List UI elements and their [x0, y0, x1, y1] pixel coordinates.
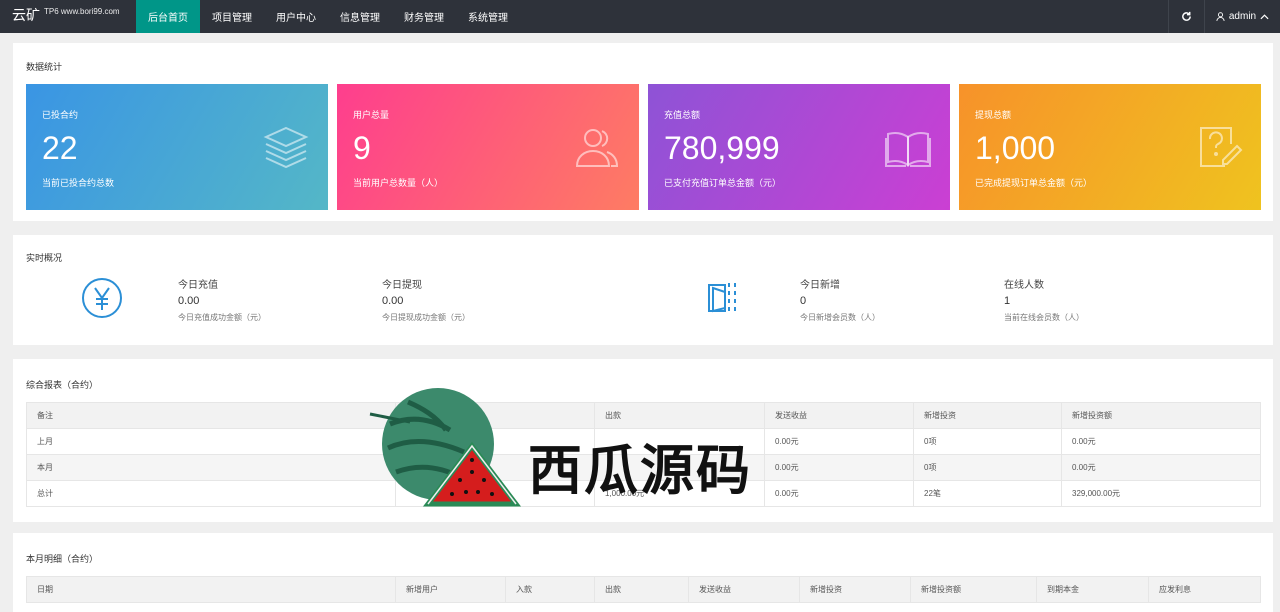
stat-label: 充值总额	[664, 110, 701, 120]
chevron-up-icon	[1260, 13, 1269, 19]
cell: 上月	[26, 428, 396, 455]
user-icon	[1216, 11, 1225, 21]
monthly-panel: 本月明细（合约） 日期 新增用户 入款 出款 发送收益 新增投资 新增投资额 到…	[13, 533, 1273, 612]
stat-value: 1,000	[975, 130, 1056, 166]
today-new-members: 今日新增 0 今日新增会员数（人）	[800, 276, 880, 323]
layers-icon	[263, 126, 309, 169]
col-header: 备注	[26, 402, 396, 429]
cell: 0.00元	[1061, 454, 1261, 481]
realtime-title: 实时概况	[26, 253, 63, 263]
col-header: 应发利息	[1148, 576, 1261, 603]
door-icon	[708, 283, 736, 313]
rt-value: 1	[1004, 295, 1011, 307]
site-url: TP6 www.bori99.com	[44, 7, 120, 16]
col-header: 新增用户	[395, 576, 506, 603]
stat-label: 用户总量	[353, 110, 390, 120]
stat-label: 提现总额	[975, 110, 1012, 120]
watermark-text: 西瓜源码	[528, 439, 752, 502]
book-icon	[885, 132, 931, 167]
username: admin	[1228, 11, 1257, 22]
question-edit-icon	[1200, 127, 1243, 167]
col-header: 新增投资	[913, 402, 1062, 429]
refresh-icon	[1182, 11, 1191, 21]
refresh-button[interactable]	[1168, 0, 1204, 33]
rt-label: 今日充值	[178, 280, 218, 291]
watermark: 西瓜源码	[368, 384, 768, 520]
rt-desc: 当前在线会员数（人）	[1004, 313, 1084, 322]
rt-value: 0.00	[382, 295, 404, 307]
realtime-panel: 实时概况 今日充值 0.00 今日充值成功金额（元） 今日提现 0.00 今日提…	[13, 235, 1273, 345]
col-header: 新增投资	[799, 576, 911, 603]
users-icon	[575, 129, 619, 167]
rt-label: 今日提现	[382, 280, 422, 291]
cell: 0项	[913, 454, 1062, 481]
col-header: 新增投资额	[1061, 402, 1261, 429]
top-bar: 云矿 TP6 www.bori99.com 后台首页 项目管理 用户中心 信息管…	[0, 0, 1280, 33]
stat-desc: 当前已投合约总数	[42, 178, 115, 188]
cell: 0.00元	[764, 428, 914, 455]
rt-desc: 今日提现成功金额（元）	[382, 313, 470, 322]
nav-info[interactable]: 信息管理	[328, 0, 392, 33]
logo[interactable]: 云矿 TP6 www.bori99.com	[0, 0, 136, 33]
stat-desc: 当前用户总数量（人）	[353, 178, 444, 188]
stat-card-withdraw[interactable]: 提现总额 1,000 已完成提现订单总金额（元）	[959, 84, 1261, 210]
rt-desc: 今日充值成功金额（元）	[178, 313, 266, 322]
yen-icon	[82, 278, 122, 318]
col-header: 入款	[505, 576, 595, 603]
cell: 22笔	[913, 480, 1062, 507]
rt-desc: 今日新增会员数（人）	[800, 313, 880, 322]
stat-label: 已投合约	[42, 110, 79, 120]
stats-title: 数据统计	[26, 62, 63, 72]
col-header: 出款	[594, 576, 689, 603]
cell: 329,000.00元	[1061, 480, 1261, 507]
rt-value: 0	[800, 295, 807, 307]
online-count: 在线人数 1 当前在线会员数（人）	[1004, 276, 1084, 323]
cell: 0.00元	[764, 480, 914, 507]
today-recharge: 今日充值 0.00 今日充值成功金额（元）	[178, 276, 266, 323]
stats-panel: 数据统计 已投合约 22 当前已投合约总数 用户总量 9 当前用户总数量（人） …	[13, 43, 1273, 221]
main-nav: 后台首页 项目管理 用户中心 信息管理 财务管理 系统管理	[136, 0, 520, 33]
today-withdraw: 今日提现 0.00 今日提现成功金额（元）	[382, 276, 470, 323]
col-header: 发送收益	[688, 576, 800, 603]
cell: 本月	[26, 454, 396, 481]
stat-card-contracts[interactable]: 已投合约 22 当前已投合约总数	[26, 84, 328, 210]
col-header: 到期本金	[1036, 576, 1149, 603]
nav-system[interactable]: 系统管理	[456, 0, 520, 33]
monthly-title: 本月明细（合约）	[26, 554, 99, 564]
cell: 0.00元	[1061, 428, 1261, 455]
stat-card-recharge[interactable]: 充值总额 780,999 已支付充值订单总金额（元）	[648, 84, 950, 210]
stat-card-users[interactable]: 用户总量 9 当前用户总数量（人）	[337, 84, 639, 210]
stat-desc: 已支付充值订单总金额（元）	[664, 178, 782, 188]
col-header: 新增投资额	[910, 576, 1037, 603]
col-header: 发送收益	[764, 402, 914, 429]
rt-value: 0.00	[178, 295, 200, 307]
nav-projects[interactable]: 项目管理	[200, 0, 264, 33]
report-title: 综合报表（合约）	[26, 380, 99, 390]
stat-value: 780,999	[664, 130, 780, 166]
cell: 0.00元	[764, 454, 914, 481]
stat-value: 22	[42, 130, 78, 166]
nav-users[interactable]: 用户中心	[264, 0, 328, 33]
rt-label: 今日新增	[800, 280, 840, 291]
logo-text: 云矿	[12, 8, 40, 24]
rt-label: 在线人数	[1004, 280, 1044, 291]
table-header-row: 日期 新增用户 入款 出款 发送收益 新增投资 新增投资额 到期本金 应发利息	[26, 576, 1261, 603]
col-header: 日期	[26, 576, 396, 603]
stat-value: 9	[353, 130, 371, 166]
cell: 0项	[913, 428, 1062, 455]
stat-desc: 已完成提现订单总金额（元）	[975, 178, 1093, 188]
cell: 总计	[26, 480, 396, 507]
nav-home[interactable]: 后台首页	[136, 0, 200, 33]
nav-finance[interactable]: 财务管理	[392, 0, 456, 33]
monthly-table: 日期 新增用户 入款 出款 发送收益 新增投资 新增投资额 到期本金 应发利息	[26, 576, 1261, 603]
user-menu[interactable]: admin	[1204, 0, 1280, 33]
